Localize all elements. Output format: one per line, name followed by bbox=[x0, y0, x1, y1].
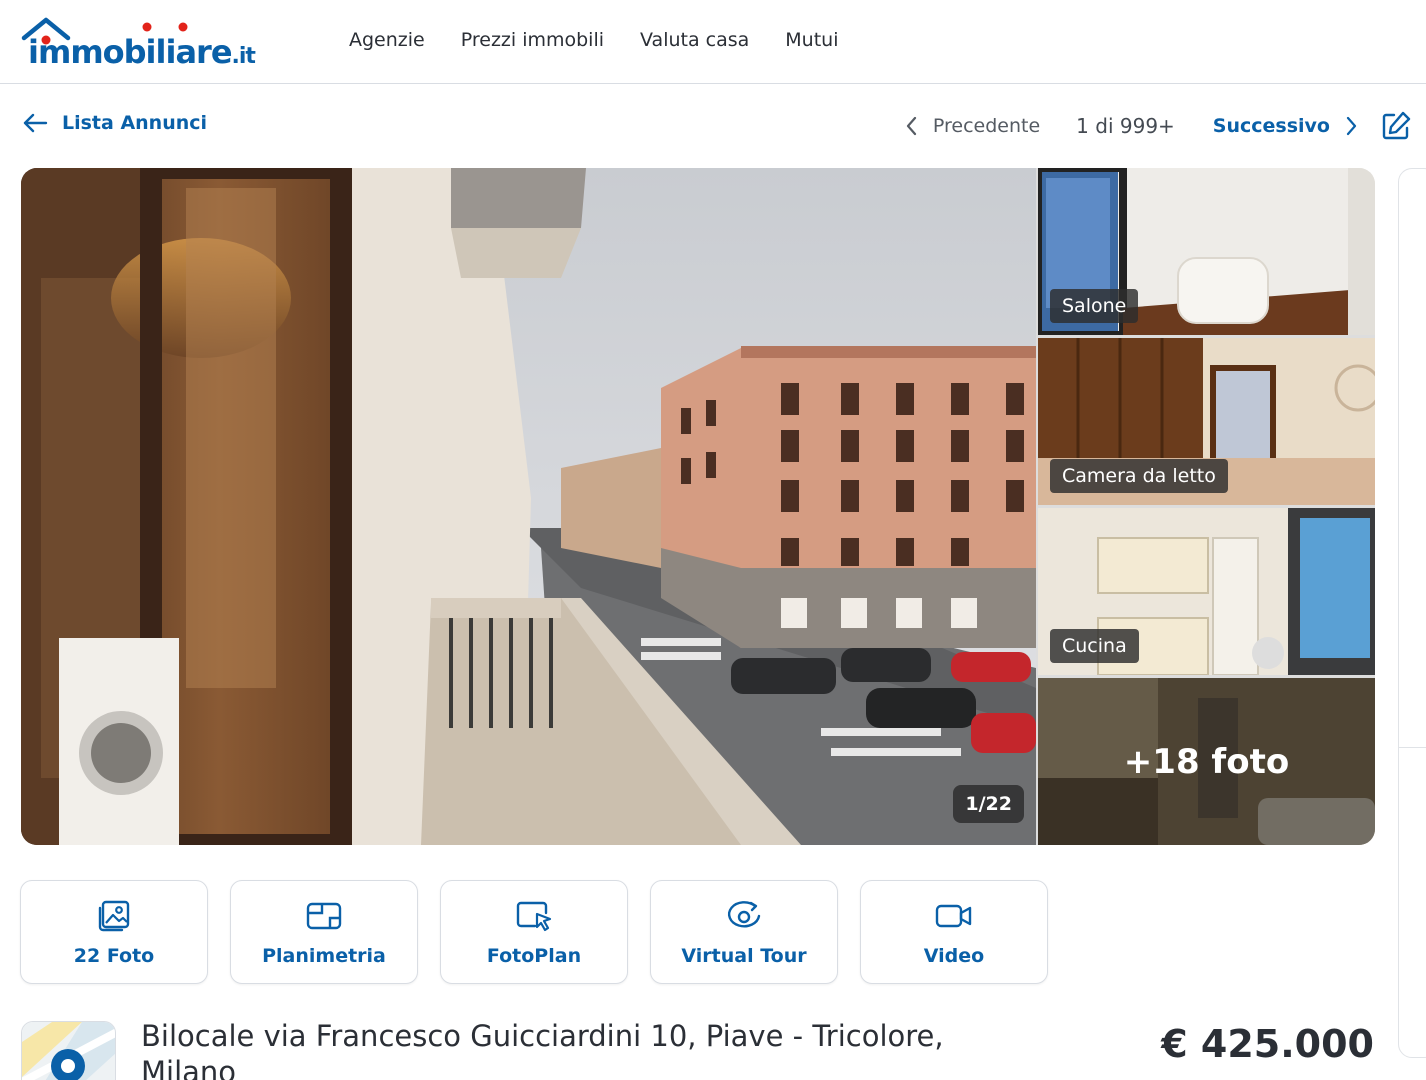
fotoplan-button[interactable]: FotoPlan bbox=[440, 880, 628, 984]
next-listing-button[interactable]: Successivo bbox=[1213, 115, 1358, 137]
back-to-list-link[interactable]: Lista Annunci bbox=[22, 112, 207, 134]
listing-position-count: 1 di 999+ bbox=[1076, 114, 1175, 138]
balcony-street-photo bbox=[21, 168, 1036, 845]
photos-button[interactable]: 22 Foto bbox=[20, 880, 208, 984]
thumb-label-cucina: Cucina bbox=[1050, 629, 1139, 663]
map-pin-icon bbox=[22, 1022, 115, 1080]
map-thumbnail[interactable] bbox=[21, 1021, 116, 1080]
logo-tld: .it bbox=[231, 44, 256, 69]
virtual-tour-button[interactable]: Virtual Tour bbox=[650, 880, 838, 984]
floorplan-icon bbox=[306, 902, 342, 930]
site-header: immobiliare .it Agenzie Prezzi immobili … bbox=[0, 0, 1426, 84]
photos-icon bbox=[98, 900, 130, 932]
media-buttons: 22 Foto Planimetria FotoPlan Virtual Tou… bbox=[20, 880, 1048, 984]
site-logo[interactable]: immobiliare .it bbox=[20, 16, 256, 69]
virtual-tour-button-label: Virtual Tour bbox=[681, 945, 807, 967]
edit-icon bbox=[1382, 111, 1411, 140]
nav-agenzie[interactable]: Agenzie bbox=[349, 29, 425, 51]
video-button-label: Video bbox=[923, 945, 985, 967]
main-photo[interactable]: 1/22 bbox=[21, 168, 1036, 845]
arrow-left-icon bbox=[23, 113, 48, 133]
logo-red-dots bbox=[142, 22, 188, 32]
back-to-list-label: Lista Annunci bbox=[62, 112, 208, 134]
listing-pager-row: Lista Annunci Precedente 1 di 999+ Succe… bbox=[0, 84, 1426, 168]
chevron-right-icon bbox=[1346, 116, 1357, 136]
floorplan-button[interactable]: Planimetria bbox=[230, 880, 418, 984]
next-label: Successivo bbox=[1212, 115, 1330, 137]
nav-mutui[interactable]: Mutui bbox=[785, 29, 838, 51]
nav-valuta-casa[interactable]: Valuta casa bbox=[640, 29, 749, 51]
listing-price: € 425.000 bbox=[1161, 1022, 1374, 1066]
floorplan-button-label: Planimetria bbox=[262, 945, 386, 967]
chevron-left-icon bbox=[906, 116, 916, 136]
virtual-tour-icon bbox=[727, 901, 761, 928]
more-photos-overlay: +18 foto bbox=[1038, 678, 1375, 845]
listing-title: Bilocale via Francesco Guicciardini 10, … bbox=[141, 1019, 944, 1080]
edit-button[interactable] bbox=[1380, 110, 1412, 142]
previous-listing-button[interactable]: Precedente bbox=[905, 115, 1040, 137]
side-panel-divider bbox=[1399, 747, 1426, 748]
video-button[interactable]: Video bbox=[860, 880, 1048, 984]
thumb-label-salone: Salone bbox=[1050, 289, 1139, 323]
thumb-cucina[interactable]: Cucina bbox=[1038, 508, 1375, 675]
thumb-salone[interactable]: Salone bbox=[1038, 168, 1375, 335]
thumb-label-camera-da-letto: Camera da letto bbox=[1050, 459, 1228, 493]
house-logo-icon bbox=[21, 17, 71, 45]
photo-gallery: 1/22 Salone Camera da letto Cucina +18 f… bbox=[21, 168, 1375, 845]
fotoplan-icon bbox=[516, 901, 552, 932]
photos-button-label: 22 Foto bbox=[73, 945, 155, 967]
thumb-more-photos[interactable]: +18 foto bbox=[1038, 678, 1375, 845]
fotoplan-button-label: FotoPlan bbox=[486, 945, 582, 967]
photo-counter: 1/22 bbox=[953, 785, 1024, 823]
nav-prezzi-immobili[interactable]: Prezzi immobili bbox=[461, 29, 604, 51]
main-nav: Agenzie Prezzi immobili Valuta casa Mutu… bbox=[349, 29, 839, 51]
previous-label: Precedente bbox=[932, 115, 1041, 137]
video-icon bbox=[935, 904, 972, 928]
thumb-camera-da-letto[interactable]: Camera da letto bbox=[1038, 338, 1375, 505]
side-contact-panel bbox=[1398, 168, 1426, 1058]
listing-pager: Precedente 1 di 999+ Successivo bbox=[905, 108, 1412, 144]
